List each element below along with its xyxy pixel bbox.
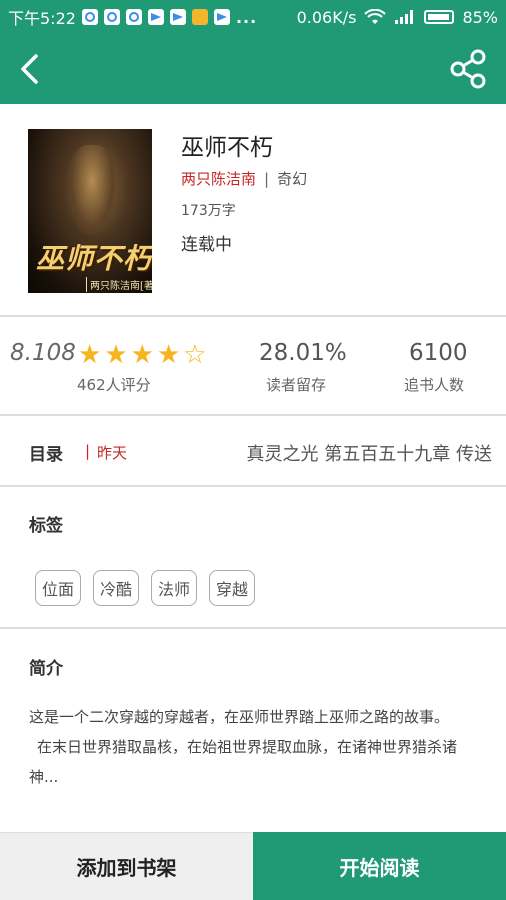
star-filled-icon: ★ (156, 340, 181, 370)
battery-icon (424, 10, 455, 24)
app-notification-icon (81, 9, 98, 25)
book-cover[interactable]: 巫师不朽 两只陈洁南[著] (28, 129, 152, 293)
stats-section: 8.108 ★ ★ ★ ★ ☆ 462人评分 28.01% 读者留存 6100 追书人数 (0, 318, 506, 414)
tag-item[interactable]: 法师 (151, 570, 198, 606)
status-bar: 下午5:22 ... 0.06K/s 85% (0, 0, 506, 34)
cover-author: 两只陈洁南[著] (86, 277, 152, 292)
book-meta: 两只陈洁南 | 奇幻 (181, 168, 307, 189)
followers-value: 6100 (409, 340, 468, 366)
toc-row[interactable]: 目录 | 昨天 真灵之光 第五百五十九章 传送 (0, 416, 506, 484)
network-speed: 0.06K/s (296, 7, 357, 27)
share-icon (450, 49, 486, 89)
word-count: 173万字 (181, 203, 236, 219)
status-time: 下午5:22 (8, 9, 76, 28)
intro-text[interactable]: 这是一个二次穿越的穿越者，在巫师世界踏上巫师之路的故事。 在末日世界猎取晶核，在… (29, 702, 486, 792)
followers-label: 追书人数 (404, 376, 465, 394)
retention-label: 读者留存 (266, 376, 327, 394)
toc-label: 目录 (29, 445, 63, 465)
add-to-shelf-button[interactable]: 添加到书架 (0, 832, 253, 900)
toc-update-time: 昨天 (97, 444, 128, 462)
signal-icon (395, 10, 414, 24)
star-empty-icon: ☆ (183, 340, 207, 370)
latest-chapter[interactable]: 真灵之光 第五百五十九章 传送 (247, 440, 492, 466)
intro-paragraph: 在末日世界猎取晶核，在始祖世界提取血脉，在诸神世界猎杀诸神... (29, 738, 458, 786)
toc-separator: | (85, 442, 91, 460)
chevron-left-icon (21, 54, 38, 84)
tag-item[interactable]: 位面 (35, 570, 82, 606)
book-info-section: 巫师不朽 两只陈洁南[著] 巫师不朽 两只陈洁南 | 奇幻 173万字 连载中 (0, 104, 506, 316)
author-link[interactable]: 两只陈洁南 (181, 168, 256, 189)
star-filled-icon: ★ (104, 340, 128, 370)
top-nav-bar (0, 34, 506, 104)
tag-list: 位面 冷酷 法师 穿越 (35, 570, 256, 606)
tag-item[interactable]: 穿越 (209, 570, 256, 606)
rating-score: 8.108 (10, 340, 76, 366)
intro-section: 简介 这是一个二次穿越的穿越者，在巫师世界踏上巫师之路的故事。 在末日世界猎取晶… (0, 630, 506, 830)
telegram-icon (169, 9, 186, 25)
cover-title: 巫师不朽 (36, 242, 152, 275)
intro-title: 简介 (29, 659, 63, 679)
star-filled-icon: ★ (130, 340, 154, 370)
back-button[interactable] (10, 46, 56, 92)
book-status: 连载中 (181, 235, 232, 255)
intro-paragraph: 这是一个二次穿越的穿越者，在巫师世界踏上巫师之路的故事。 (29, 708, 450, 726)
app-notification-icon (125, 9, 142, 25)
divider (0, 627, 506, 629)
meta-separator: | (264, 169, 270, 188)
telegram-icon (147, 9, 164, 25)
app-notification-icon (191, 9, 208, 25)
bottom-action-bar: 添加到书架 开始阅读 (0, 832, 506, 900)
divider (0, 315, 506, 317)
cover-artwork (68, 145, 116, 235)
telegram-icon (213, 9, 230, 25)
retention-value: 28.01% (259, 340, 347, 366)
app-notification-icon (103, 9, 120, 25)
start-reading-button[interactable]: 开始阅读 (253, 832, 506, 900)
tag-item[interactable]: 冷酷 (93, 570, 140, 606)
battery-level: 85% (462, 7, 498, 27)
more-notifications-indicator: ... (235, 7, 258, 27)
tags-section: 标签 位面 冷酷 法师 穿越 (0, 487, 506, 627)
share-button[interactable] (448, 48, 490, 90)
wifi-icon (364, 9, 387, 24)
tags-title: 标签 (29, 516, 63, 536)
genre-label: 奇幻 (277, 170, 308, 188)
rating-count-label: 462人评分 (77, 376, 151, 394)
book-title: 巫师不朽 (181, 135, 273, 161)
star-filled-icon: ★ (78, 340, 102, 370)
rating-stars: ★ ★ ★ ★ ☆ (78, 342, 207, 368)
